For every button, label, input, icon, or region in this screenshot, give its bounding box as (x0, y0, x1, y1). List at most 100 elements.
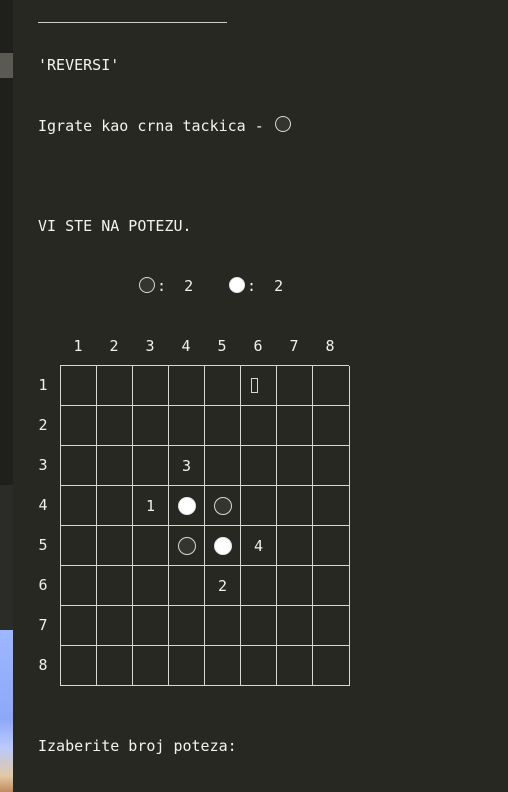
row-label-2: 2 (38, 416, 48, 434)
board-cell-5-2[interactable] (97, 526, 133, 566)
board-cell-3-8[interactable] (313, 446, 350, 486)
board-cell-7-7[interactable] (277, 606, 313, 646)
board-cell-6-1[interactable] (61, 566, 97, 606)
text-cursor-icon (251, 378, 258, 393)
board-cell-2-2[interactable] (97, 406, 133, 446)
board-cell-5-7[interactable] (277, 526, 313, 566)
board-cell-5-1[interactable] (61, 526, 97, 566)
board-cell-7-1[interactable] (61, 606, 97, 646)
move-option-2[interactable]: 2 (205, 566, 240, 605)
row-label-6: 6 (38, 576, 48, 594)
board-cell-8-7[interactable] (277, 646, 313, 686)
board-cell-5-5[interactable] (205, 526, 241, 566)
column-label-1: 1 (73, 337, 83, 355)
board-cell-5-8[interactable] (313, 526, 350, 566)
score-black: : 2 (139, 276, 193, 296)
board-cell-4-4[interactable] (169, 486, 205, 526)
board-cell-8-4[interactable] (169, 646, 205, 686)
board-cell-4-2[interactable] (97, 486, 133, 526)
column-label-8: 8 (325, 337, 335, 355)
board-cell-5-4[interactable] (169, 526, 205, 566)
board-cell-8-2[interactable] (97, 646, 133, 686)
board-cell-2-7[interactable] (277, 406, 313, 446)
column-label-7: 7 (289, 337, 299, 355)
board-cell-6-5[interactable]: 2 (205, 566, 241, 606)
board-cell-3-6[interactable] (241, 446, 277, 486)
board-cell-7-6[interactable] (241, 606, 277, 646)
board-cell-1-2[interactable] (97, 366, 133, 406)
turn-status: VI STE NA POTEZU. (38, 217, 192, 235)
row-label-4: 4 (38, 496, 48, 514)
board-cell-4-6[interactable] (241, 486, 277, 526)
board-cell-8-6[interactable] (241, 646, 277, 686)
board-cell-8-3[interactable] (133, 646, 169, 686)
board-cell-6-4[interactable] (169, 566, 205, 606)
move-prompt: Izaberite broj poteza: (38, 737, 237, 755)
board-cell-5-3[interactable] (133, 526, 169, 566)
move-option-1[interactable]: 1 (133, 486, 168, 525)
board-cell-7-2[interactable] (97, 606, 133, 646)
white-piece-icon (177, 496, 196, 515)
white-piece-icon (229, 277, 245, 293)
reversi-board[interactable]: 31 42 (60, 365, 350, 686)
board-cell-8-5[interactable] (205, 646, 241, 686)
column-label-5: 5 (217, 337, 227, 355)
white-piece-icon (213, 536, 232, 555)
board-cell-4-1[interactable] (61, 486, 97, 526)
top-divider (38, 22, 227, 23)
board-cell-1-3[interactable] (133, 366, 169, 406)
board-cell-6-6[interactable] (241, 566, 277, 606)
column-label-6: 6 (253, 337, 263, 355)
board-cell-3-1[interactable] (61, 446, 97, 486)
board-cell-3-7[interactable] (277, 446, 313, 486)
board-cell-1-8[interactable] (313, 366, 350, 406)
board-cell-6-2[interactable] (97, 566, 133, 606)
board-cell-1-6[interactable] (241, 366, 277, 406)
move-option-4[interactable]: 4 (241, 526, 276, 565)
board-cell-2-5[interactable] (205, 406, 241, 446)
board-cell-2-1[interactable] (61, 406, 97, 446)
board-cell-2-3[interactable] (133, 406, 169, 446)
game-title: 'REVERSI' (38, 56, 120, 74)
board-cell-7-4[interactable] (169, 606, 205, 646)
board-cell-3-3[interactable] (133, 446, 169, 486)
board-cell-4-7[interactable] (277, 486, 313, 526)
board-cell-4-3[interactable]: 1 (133, 486, 169, 526)
board-cell-7-5[interactable] (205, 606, 241, 646)
column-label-3: 3 (145, 337, 155, 355)
board-cell-4-8[interactable] (313, 486, 350, 526)
board-cell-6-8[interactable] (313, 566, 350, 606)
column-label-2: 2 (109, 337, 119, 355)
column-label-4: 4 (181, 337, 191, 355)
row-label-5: 5 (38, 536, 48, 554)
player-info: Igrate kao crna tackica - (38, 117, 273, 135)
board-cell-1-5[interactable] (205, 366, 241, 406)
row-label-1: 1 (38, 376, 48, 394)
board-cell-1-1[interactable] (61, 366, 97, 406)
board-cell-3-2[interactable] (97, 446, 133, 486)
board-cell-5-6[interactable]: 4 (241, 526, 277, 566)
board-cell-7-3[interactable] (133, 606, 169, 646)
board-cell-2-6[interactable] (241, 406, 277, 446)
row-label-8: 8 (38, 656, 48, 674)
board-cell-2-4[interactable] (169, 406, 205, 446)
board-cell-6-3[interactable] (133, 566, 169, 606)
board-cell-8-1[interactable] (61, 646, 97, 686)
board-cell-1-7[interactable] (277, 366, 313, 406)
score-white: : 2 (229, 276, 283, 296)
black-piece-icon (213, 496, 232, 515)
score-white-value: : 2 (247, 277, 284, 295)
black-piece-icon (139, 277, 155, 293)
move-option-3[interactable]: 3 (169, 446, 204, 485)
board-cell-7-8[interactable] (313, 606, 350, 646)
board-cell-8-8[interactable] (313, 646, 350, 686)
black-piece-icon (177, 536, 196, 555)
board-cell-6-7[interactable] (277, 566, 313, 606)
board-cell-3-5[interactable] (205, 446, 241, 486)
board-cell-1-4[interactable] (169, 366, 205, 406)
board-cell-3-4[interactable]: 3 (169, 446, 205, 486)
board-cell-2-8[interactable] (313, 406, 350, 446)
row-label-7: 7 (38, 616, 48, 634)
terminal-output: 'REVERSI' Igrate kao crna tackica - VI S… (0, 0, 508, 792)
board-cell-4-5[interactable] (205, 486, 241, 526)
